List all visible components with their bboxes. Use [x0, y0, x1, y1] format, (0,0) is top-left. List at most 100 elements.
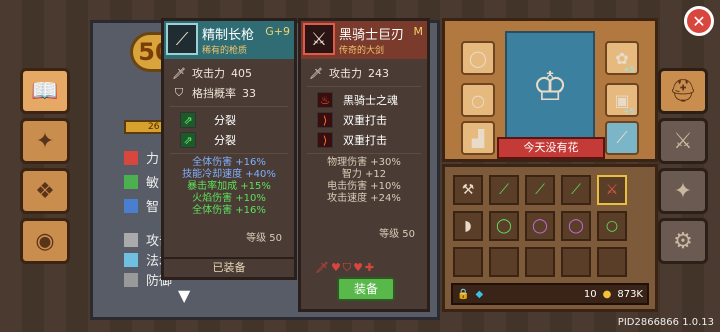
gem-icon: ◆ [475, 288, 484, 300]
inventory-slot[interactable]: ⟋ [489, 175, 519, 205]
item-grade: G+9 [265, 25, 290, 38]
green-sword-icon: ⟋ [571, 182, 581, 198]
stat-value: 243 [368, 66, 389, 80]
skill-label: 黑骑士之魂 [343, 94, 398, 107]
item-level: 等级 50 [379, 229, 415, 240]
green-sword-icon: ⟋ [499, 182, 509, 198]
skill-row: ⇗ 分裂 [164, 130, 294, 150]
divider [170, 106, 288, 107]
tab-pets-button[interactable]: ❖ [20, 168, 70, 214]
inventory-panel: ⚒ ⟋ ⟋ ⟋ ⚔ ◗ ◯ ◯ ◯ ○ 🔒 ◆ 10 ● 873K [442, 164, 658, 312]
inventory-slot-empty[interactable] [453, 247, 483, 277]
inventory-slot[interactable]: ◯ [489, 211, 519, 241]
tab-character-button[interactable]: ⛑ [658, 68, 708, 114]
inventory-slot-empty[interactable] [525, 247, 555, 277]
tab-skills-button[interactable]: ✦ [20, 118, 70, 164]
wheel-icon: ◉ [35, 228, 55, 254]
stat-value: 405 [231, 66, 252, 80]
inventory-slot[interactable]: ◗ [453, 211, 483, 241]
divider [170, 153, 288, 154]
skill-label: 分裂 [214, 134, 236, 147]
helmet-icon: ◗ [464, 218, 472, 234]
skill-row: ⟩ 双重打击 [301, 110, 427, 130]
bonus-line: 攻击速度 +24% [327, 193, 401, 204]
stat-row-intelligence: 智 [124, 196, 159, 215]
item-subtitle: 传奇的大剑 [339, 46, 385, 56]
inventory-slot[interactable]: ⚒ [453, 175, 483, 205]
bonus-line: 物理伤害 +30% [327, 157, 401, 168]
tab-abilities-button[interactable]: ✦ [658, 168, 708, 214]
inventory-slot-empty[interactable] [561, 247, 591, 277]
tab-book-button[interactable]: 📖 [20, 68, 70, 114]
slot-boots[interactable]: ▟ [461, 121, 495, 155]
ring-icon: ○ [605, 218, 619, 234]
stat-change-icons: 🗡♥⛉♥✚ [315, 261, 377, 274]
bonus-line: 智力 +12 [341, 169, 387, 180]
red-sword-icon: ⚔ [605, 182, 619, 198]
item-grade: M [413, 25, 424, 38]
stat-label: 格挡概率 [192, 87, 236, 100]
inventory-slot[interactable]: ⟋ [561, 175, 591, 205]
xp-value: 26 [148, 122, 160, 132]
slot-ring[interactable]: ○ [461, 83, 495, 117]
coin-icon: ● [602, 288, 612, 300]
stat-value: 33 [242, 86, 256, 100]
equipped-label: 已装备 [164, 257, 294, 277]
greatsword-icon: ⚔ [303, 23, 335, 55]
wand-icon [124, 252, 138, 267]
upgrade-label: +5 [623, 107, 635, 116]
necklace-icon: ◯ [496, 218, 512, 234]
bonus-line: 暴击率加成 +15% [187, 181, 271, 192]
split-skill-icon: ⇗ [180, 112, 196, 128]
inventory-slot[interactable]: ◯ [525, 211, 555, 241]
spear-icon: ⟋ [166, 23, 198, 55]
bonus-line: 电击伤害 +10% [327, 181, 401, 192]
necklace-icon: ◯ [568, 218, 584, 234]
shield-icon: ⛉ [174, 86, 184, 99]
player-id-version: PID2866866 1.0.13 [617, 317, 714, 328]
green-sword-icon: ⟋ [535, 182, 545, 198]
tab-settings-button[interactable]: ⚙ [658, 218, 708, 264]
scroll-down-arrow-icon[interactable]: ▼ [178, 286, 200, 305]
stat-block: ⛉ 格挡概率 33 [164, 83, 294, 103]
stat-label: 攻击力 [329, 67, 362, 80]
book-icon [124, 198, 138, 213]
lock-icon[interactable]: 🔒 [457, 289, 469, 300]
item-header: ⟋ 精制长枪 G+9 稀有的枪质 [164, 21, 294, 59]
stat-attack: 🗡 攻击力 243 [301, 63, 427, 83]
stat-label: 攻击力 [192, 67, 225, 80]
inventory-slot[interactable]: ◯ [561, 211, 591, 241]
item-header: ⚔ 黑骑士巨刃 M 传奇的大剑 [301, 21, 427, 59]
inventory-slot-empty[interactable] [489, 247, 519, 277]
status-ribbon: 今天没有花 [497, 137, 605, 159]
knight-avatar-icon: ♔ [532, 64, 568, 110]
close-button[interactable]: ✕ [684, 6, 714, 36]
gem-count: 10 [583, 288, 597, 300]
fist-icon [124, 150, 138, 165]
stat-row-agility: 敏 [124, 172, 159, 191]
close-icon: ✕ [692, 11, 706, 31]
skill-label: 双重打击 [343, 114, 387, 127]
book-icon: 📖 [31, 78, 59, 104]
slot-weapon[interactable]: ⟋ [605, 121, 639, 155]
inventory-slot[interactable]: ⟋ [525, 175, 555, 205]
divider [307, 86, 421, 87]
tab-combat-button[interactable]: ⚔ [658, 118, 708, 164]
inventory-slot-empty[interactable] [597, 247, 627, 277]
slot-necklace[interactable]: ◯ [461, 41, 495, 75]
equip-button[interactable]: 装备 [337, 277, 395, 301]
double-strike-skill-icon: ⟩ [317, 132, 333, 148]
skill-row: ⇗ 分裂 [164, 110, 294, 130]
inventory-slot-locked[interactable]: ⚔ [597, 175, 627, 205]
gear-icon: ⚙ [673, 228, 693, 254]
inventory-slot[interactable]: ○ [597, 211, 627, 241]
skill-icon: ✦ [35, 128, 55, 154]
spear-icon: ⟋ [616, 128, 628, 147]
stat-attack: 🗡 攻击力 405 [164, 63, 294, 83]
item-level: 等级 50 [246, 233, 282, 244]
shield-icon [124, 272, 138, 287]
bonus-line: 全体伤害 +16% [192, 205, 266, 216]
necklace-icon: ◯ [532, 218, 548, 234]
tab-mount-button[interactable]: ◉ [20, 218, 70, 264]
currency-bar: 🔒 ◆ 10 ● 873K [451, 283, 649, 305]
